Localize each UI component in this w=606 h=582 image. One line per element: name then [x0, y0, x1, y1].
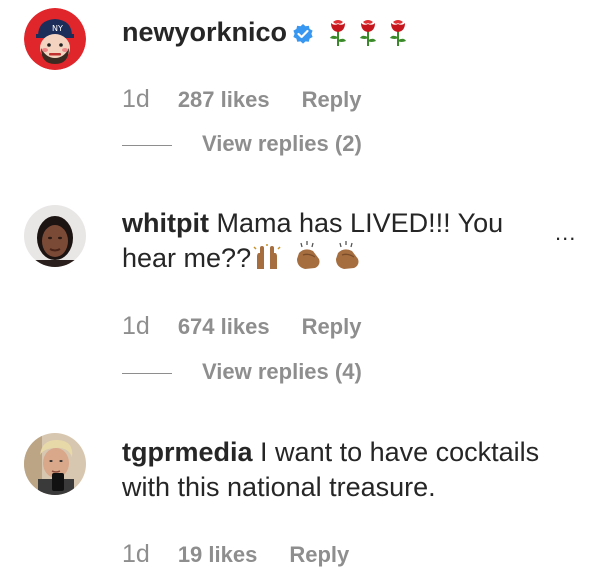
- verified-badge-icon: [292, 19, 314, 54]
- avatar-whitpit-image: [24, 205, 86, 267]
- avatar[interactable]: NY: [24, 8, 86, 70]
- timestamp[interactable]: 1d: [122, 540, 150, 568]
- clapping-hands-emoji-icon: [291, 241, 323, 280]
- reply-button[interactable]: Reply: [302, 87, 362, 112]
- more-options-icon[interactable]: ...: [555, 220, 576, 246]
- view-replies-label: View replies (2): [202, 131, 362, 156]
- avatar-tgprmedia-image: [24, 433, 86, 495]
- rose-emoji-icon: [326, 17, 350, 56]
- divider-line: [122, 144, 172, 146]
- rose-emoji-icon: [356, 17, 380, 56]
- comment-body-line2: hear me??: [122, 243, 252, 273]
- view-replies-button[interactable]: View replies (2): [122, 131, 362, 157]
- username-link[interactable]: whitpit: [122, 208, 209, 238]
- comment-meta: 1d 674 likes Reply: [122, 312, 361, 341]
- avatar[interactable]: [24, 433, 86, 495]
- username-link[interactable]: newyorknico: [122, 17, 287, 47]
- divider-line: [122, 372, 172, 374]
- view-replies-button[interactable]: View replies (4): [122, 359, 362, 385]
- timestamp[interactable]: 1d: [122, 312, 150, 340]
- reply-button[interactable]: Reply: [302, 314, 362, 339]
- comment-meta: 1d 287 likes Reply: [122, 85, 361, 114]
- comment-body-line1: Mama has LIVED!!! You: [216, 208, 504, 238]
- comment-text: tgprmedia I want to have cocktails with …: [122, 435, 562, 505]
- comment-text: whitpit Mama has LIVED!!! You hear me??: [122, 206, 562, 280]
- comment-body-line1: I want to have cocktails: [260, 437, 540, 467]
- rose-emoji-icon: [386, 17, 410, 56]
- svg-text:NY: NY: [52, 24, 63, 33]
- comment-text: newyorknico: [122, 15, 562, 56]
- avatar[interactable]: [24, 205, 86, 267]
- likes-count[interactable]: 19 likes: [178, 542, 258, 567]
- comment-meta: 1d 19 likes Reply: [122, 540, 349, 569]
- view-replies-label: View replies (4): [202, 359, 362, 384]
- likes-count[interactable]: 674 likes: [178, 314, 270, 339]
- timestamp[interactable]: 1d: [122, 85, 150, 113]
- clapping-hands-emoji-icon: [330, 241, 362, 280]
- raised-hands-emoji-icon: [251, 243, 283, 280]
- username-link[interactable]: tgprmedia: [122, 437, 253, 467]
- likes-count[interactable]: 287 likes: [178, 87, 270, 112]
- avatar-newyorknico-image: NY: [24, 8, 86, 70]
- reply-button[interactable]: Reply: [289, 542, 349, 567]
- comment-body-line2: with this national treasure.: [122, 472, 436, 502]
